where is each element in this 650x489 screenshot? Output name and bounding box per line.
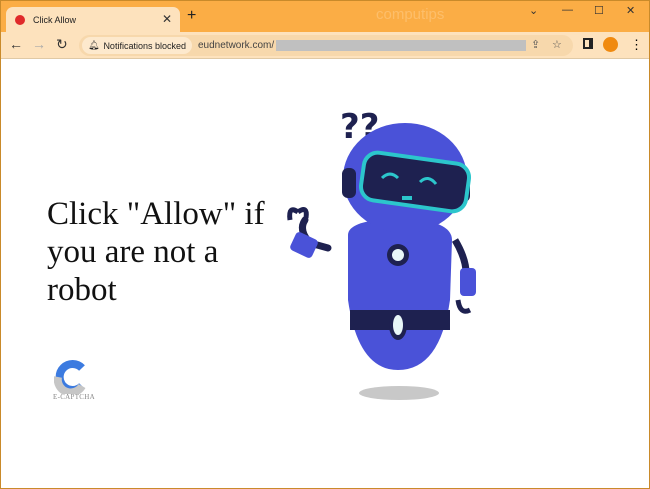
window-frame [0,0,650,489]
